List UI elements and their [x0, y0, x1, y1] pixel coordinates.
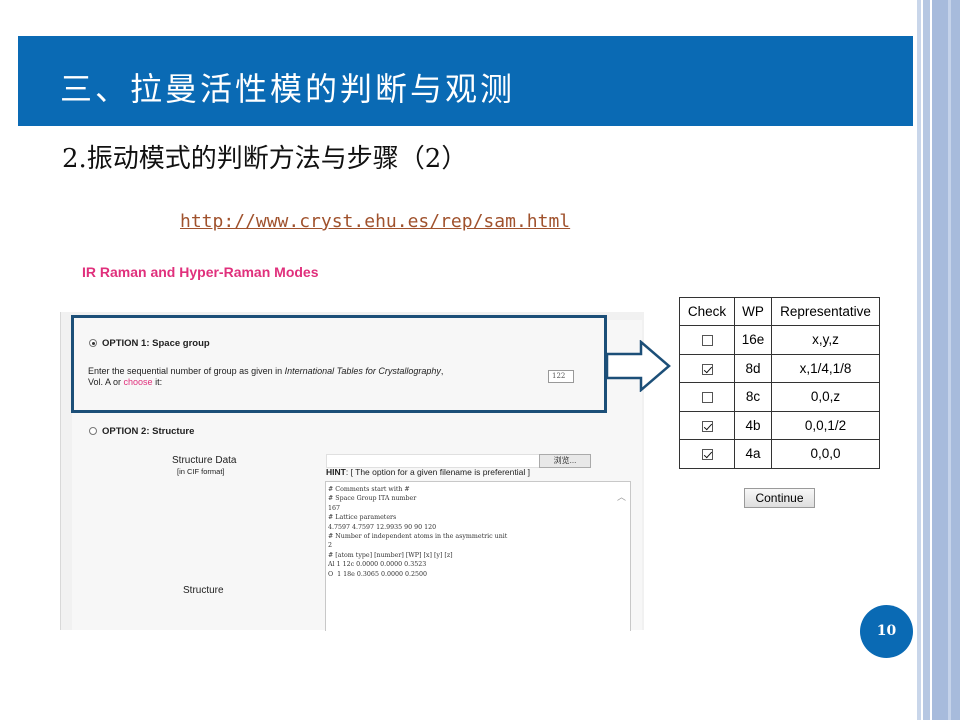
check-cell: [679, 410, 735, 440]
option1-description: Enter the sequential number of group as …: [88, 366, 443, 376]
code-line: 4.7597 4.7597 12.9935 90 90 120: [328, 523, 437, 531]
decor-stripe: [923, 0, 930, 720]
col-header-check: Check: [679, 297, 735, 326]
desc-text: Enter the sequential number of group as …: [88, 366, 285, 376]
space-group-input[interactable]: 122: [548, 370, 574, 383]
table-row: 16e x,y,z: [679, 325, 880, 355]
table-row: 4a 0,0,0: [679, 439, 880, 469]
chevron-up-icon[interactable]: ︿: [617, 490, 626, 503]
representative-cell: 0,0,z: [771, 382, 880, 412]
code-line: # Number of independent atoms in the asy…: [328, 533, 508, 540]
arrow-right-icon: [605, 340, 671, 392]
hint-text: HINT: [ The option for a given filename …: [326, 467, 530, 477]
check-cell: [679, 439, 735, 469]
table-header-row: Check WP Representative: [679, 297, 880, 326]
option1-description-line2: Vol. A or choose it:: [88, 377, 162, 387]
desc-text: Vol. A or: [88, 377, 124, 387]
decor-stripe: [932, 0, 960, 720]
choose-link[interactable]: choose: [124, 377, 153, 387]
wp-checkbox[interactable]: [701, 392, 713, 404]
wp-cell: 8c: [734, 382, 772, 412]
table-row: 8c 0,0,z: [679, 382, 880, 412]
option1-highlight-frame: [71, 315, 607, 413]
wp-checkbox[interactable]: [701, 363, 713, 375]
representative-cell: 0,0,0: [771, 439, 880, 469]
cif-format-label: [in CIF format]: [177, 467, 225, 476]
check-cell: [679, 382, 735, 412]
hint-body: : [ The option for a given filename is p…: [345, 467, 530, 477]
page-number-badge: 10: [860, 605, 913, 658]
representative-cell: x,y,z: [771, 325, 880, 355]
col-header-representative: Representative: [771, 297, 880, 326]
check-cell: [679, 353, 735, 383]
option2-radio[interactable]: [89, 427, 97, 435]
wp-cell: 16e: [734, 325, 772, 355]
representative-cell: 0,0,1/2: [771, 410, 880, 440]
wp-cell: 8d: [734, 353, 772, 383]
wp-checkbox[interactable]: [701, 335, 713, 347]
wp-checkbox[interactable]: [701, 420, 713, 432]
wp-cell: 4b: [734, 410, 772, 440]
option1-radio[interactable]: [89, 339, 97, 347]
representative-cell: x,1/4,1/8: [771, 353, 880, 383]
continue-button[interactable]: Continue: [744, 488, 815, 508]
check-cell: [679, 325, 735, 355]
slide-title: 三、拉曼活性模的判断与观测: [60, 70, 516, 108]
browse-button[interactable]: 浏览...: [539, 454, 591, 468]
code-line: # Space Group ITA number: [328, 495, 417, 503]
reference-link[interactable]: http://www.cryst.ehu.es/rep/sam.html: [180, 211, 570, 232]
option1-label: OPTION 1: Space group: [102, 338, 210, 349]
code-line: 2: [328, 542, 333, 550]
table-row: 8d x,1/4,1/8: [679, 353, 880, 383]
hint-bold: HINT: [326, 467, 346, 477]
wyckoff-table: Check WP Representative 16e x,y,z 8d x,1/4,…: [679, 297, 880, 469]
option2-label: OPTION 2: Structure: [102, 426, 195, 437]
desc-italic-text: International Tables for Crystallography: [284, 366, 441, 376]
wp-checkbox[interactable]: [701, 449, 713, 461]
code-line: # Comments start with #: [328, 486, 410, 493]
form-heading: IR Raman and Hyper-Raman Modes: [82, 264, 319, 280]
wp-cell: 4a: [734, 439, 772, 469]
structure-label: Structure: [183, 585, 224, 596]
code-line: # Lattice parameters: [328, 514, 397, 522]
code-line: 167: [328, 504, 341, 512]
desc-text: it:: [152, 377, 163, 387]
slide-subtitle: 2.振动模式的判断方法与步骤（2）: [62, 144, 468, 174]
code-line: # [atom type] [number] [WP] [x] [y] [z]: [328, 551, 453, 559]
structure-data-label: Structure Data: [172, 455, 237, 466]
desc-text: ,: [440, 366, 444, 376]
code-line: Al 1 12c 0.0000 0.0000 0.3523: [328, 561, 427, 569]
col-header-wp: WP: [734, 297, 772, 326]
table-row: 4b 0,0,1/2: [679, 410, 880, 440]
decor-stripe: [948, 0, 951, 720]
code-line: O 1 18e 0.3065 0.0000 0.2500: [328, 570, 428, 578]
